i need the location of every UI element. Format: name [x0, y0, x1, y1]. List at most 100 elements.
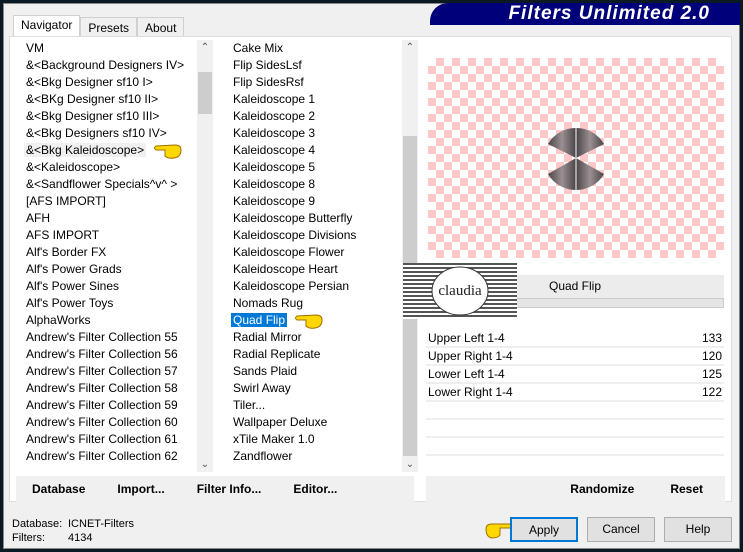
list-item-label: Andrew's Filter Collection 62 — [26, 449, 178, 463]
list-item[interactable]: Kaleidoscope 3 — [223, 125, 401, 142]
scroll-thumb[interactable] — [198, 72, 212, 114]
list-item[interactable]: &<Bkg Designer sf10 I> — [16, 74, 196, 91]
list-item[interactable]: Andrew's Filter Collection 56 — [16, 346, 196, 363]
list-item-label: Alf's Power Grads — [26, 262, 122, 276]
list-item-label: &<Bkg Designer sf10 I> — [26, 75, 153, 89]
tab-about[interactable]: About — [137, 17, 185, 36]
list-item[interactable]: Kaleidoscope 9 — [223, 193, 401, 210]
cancel-button[interactable]: Cancel — [587, 517, 655, 542]
list-item[interactable]: Alf's Border FX — [16, 244, 196, 261]
list-item[interactable]: Kaleidoscope 4 — [223, 142, 401, 159]
list-item[interactable]: Andrew's Filter Collection 58 — [16, 380, 196, 397]
list-item[interactable]: Kaleidoscope 1 — [223, 91, 401, 108]
status-area: Database: ICNET-Filters Filters: 4134 — [12, 517, 134, 545]
reset-button[interactable]: Reset — [670, 482, 703, 496]
list-item-label: Swirl Away — [233, 381, 291, 395]
list-item-label: AFS IMPORT — [26, 228, 100, 242]
list-item[interactable]: &<Bkg Kaleidoscope> — [16, 142, 196, 159]
list-item[interactable]: Radial Mirror — [223, 329, 401, 346]
list-item-label: Andrew's Filter Collection 55 — [26, 330, 178, 344]
list-item[interactable]: Wallpaper Deluxe — [223, 414, 401, 431]
list-item[interactable]: &<Background Designers IV> — [16, 57, 196, 74]
list-item[interactable]: AlphaWorks — [16, 312, 196, 329]
list-item[interactable]: Kaleidoscope Heart — [223, 261, 401, 278]
list-item[interactable]: Kaleidoscope Butterfly — [223, 210, 401, 227]
category-list[interactable]: VM &<Background Designers IV> &<Bkg Design… — [16, 40, 196, 472]
list-item-label: &<Sandflower Specials^v^ > — [26, 177, 178, 191]
list-item[interactable]: VM — [16, 40, 196, 57]
list-item[interactable]: Nomads Rug — [223, 295, 401, 312]
parameter-slider[interactable]: Lower Left 1-4 125 — [426, 366, 724, 384]
randomize-button[interactable]: Randomize — [570, 482, 634, 496]
tab-presets[interactable]: Presets — [80, 17, 138, 36]
list-item[interactable]: Swirl Away — [223, 380, 401, 397]
filter-scrollbar[interactable]: ⌃ ⌄ — [402, 40, 418, 472]
parameter-slider[interactable]: Upper Left 1-4 133 — [426, 330, 724, 348]
list-item-label: Nomads Rug — [233, 296, 304, 310]
editor-button[interactable]: Editor... — [293, 482, 337, 496]
list-item-label: Kaleidoscope 3 — [233, 126, 316, 140]
list-item[interactable]: Kaleidoscope 8 — [223, 176, 401, 193]
list-item[interactable]: Andrew's Filter Collection 57 — [16, 363, 196, 380]
list-item-label: Kaleidoscope 8 — [233, 177, 316, 191]
list-item[interactable]: Kaleidoscope Flower — [223, 244, 401, 261]
list-item-label: Kaleidoscope 1 — [233, 92, 316, 106]
list-item[interactable]: AFS IMPORT — [16, 227, 196, 244]
list-item[interactable]: Flip SidesLsf — [223, 57, 401, 74]
tab-navigator[interactable]: Navigator — [13, 15, 81, 37]
filter-info-button[interactable]: Filter Info... — [197, 482, 262, 496]
list-item[interactable]: Kaleidoscope 5 — [223, 159, 401, 176]
list-item[interactable]: Andrew's Filter Collection 59 — [16, 397, 196, 414]
list-item[interactable]: Kaleidoscope Divisions — [223, 227, 401, 244]
filters-count: 4134 — [68, 532, 93, 544]
list-item[interactable]: Zandflower — [223, 448, 401, 465]
parameter-slider[interactable]: Lower Right 1-4 122 — [426, 384, 724, 402]
list-item[interactable]: Alf's Power Toys — [16, 295, 196, 312]
help-button[interactable]: Help — [664, 517, 732, 542]
list-item[interactable]: Cake Mix — [223, 40, 401, 57]
list-item[interactable]: AFH — [16, 210, 196, 227]
list-item[interactable]: &<Bkg Designers sf10 IV> — [16, 125, 196, 142]
apply-button[interactable]: Apply — [510, 517, 578, 542]
watermark-logo: claudia — [403, 263, 517, 319]
list-item[interactable]: Quad Flip — [223, 312, 401, 329]
list-item-label: Flip SidesRsf — [233, 75, 304, 89]
list-item[interactable]: xTile Maker 1.0 — [223, 431, 401, 448]
scroll-down-icon[interactable]: ⌄ — [197, 459, 213, 470]
database-button[interactable]: Database — [32, 482, 85, 496]
parameter-label: Lower Left 1-4 — [428, 367, 505, 381]
list-item[interactable]: &<BKg Designer sf10 II> — [16, 91, 196, 108]
list-item[interactable]: Andrew's Filter Collection 60 — [16, 414, 196, 431]
list-item-label: Radial Mirror — [233, 330, 302, 344]
list-item[interactable]: Kaleidoscope Persian — [223, 278, 401, 295]
list-item-label: &<BKg Designer sf10 II> — [26, 92, 159, 106]
list-item[interactable]: Kaleidoscope 2 — [223, 108, 401, 125]
list-item[interactable]: Alf's Power Grads — [16, 261, 196, 278]
parameter-slider[interactable]: Upper Right 1-4 120 — [426, 348, 724, 366]
list-item[interactable]: Flip SidesRsf — [223, 74, 401, 91]
filter-list[interactable]: Cake Mix Flip SidesLsf Flip SidesRsf Kaleid… — [223, 40, 401, 472]
category-scrollbar[interactable]: ⌃ ⌄ — [197, 40, 213, 472]
scroll-down-icon[interactable]: ⌄ — [402, 459, 418, 470]
list-item[interactable]: Alf's Power Sines — [16, 278, 196, 295]
list-item[interactable]: Tiler... — [223, 397, 401, 414]
list-item[interactable]: Andrew's Filter Collection 61 — [16, 431, 196, 448]
list-item[interactable]: Radial Replicate — [223, 346, 401, 363]
parameter-button-bar: Randomize Reset — [426, 476, 725, 502]
list-item-label: Quad Flip — [231, 313, 288, 327]
parameter-label: Upper Left 1-4 — [428, 331, 505, 345]
scroll-up-icon[interactable]: ⌃ — [197, 42, 213, 53]
list-item[interactable]: [AFS IMPORT] — [16, 193, 196, 210]
list-item[interactable]: &<Bkg Designer sf10 III> — [16, 108, 196, 125]
preview-image — [428, 58, 724, 258]
list-item[interactable]: Andrew's Filter Collection 62 — [16, 448, 196, 465]
list-item[interactable]: Andrew's Filter Collection 55 — [16, 329, 196, 346]
list-item[interactable]: &<Sandflower Specials^v^ > — [16, 176, 196, 193]
list-item[interactable]: Sands Plaid — [223, 363, 401, 380]
list-item-label: xTile Maker 1.0 — [233, 432, 315, 446]
scroll-up-icon[interactable]: ⌃ — [402, 42, 418, 53]
list-item[interactable]: &<Kaleidoscope> — [16, 159, 196, 176]
import-button[interactable]: Import... — [117, 482, 164, 496]
navigator-button-bar: Database Import... Filter Info... Editor… — [16, 476, 414, 502]
list-item-label: Kaleidoscope Butterfly — [233, 211, 353, 225]
